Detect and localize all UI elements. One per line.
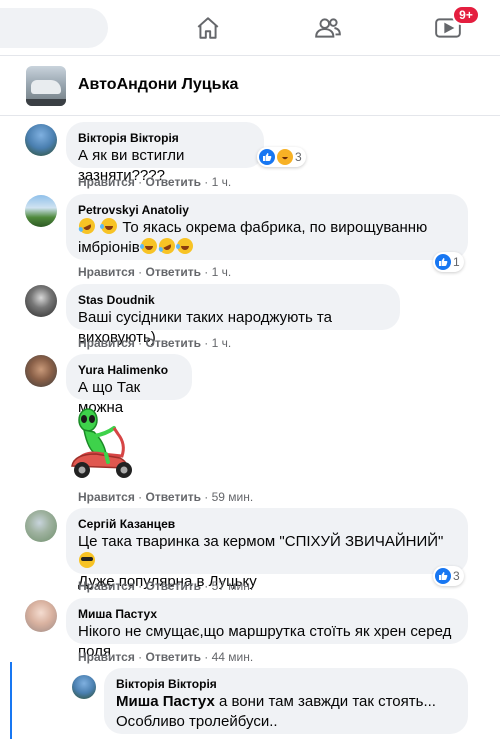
reply-button[interactable]: Ответить — [146, 175, 201, 189]
like-button[interactable]: Нравится — [78, 336, 135, 350]
like-button[interactable]: Нравится — [78, 650, 135, 664]
reaction-count: 3 — [295, 150, 302, 164]
comment-actions: Нравится · Ответить · 1 ч. — [78, 265, 232, 279]
comment-bubble: Petrovskyi Anatoliy То якась окрема фабр… — [66, 194, 468, 260]
comment-author[interactable]: Вікторія Вікторія — [116, 676, 456, 692]
reply-button[interactable]: Ответить — [146, 336, 201, 350]
avatar[interactable] — [25, 355, 57, 387]
joy-emoji — [175, 238, 193, 254]
comment-text: Миша Пастух а вони там завжди так стоять… — [116, 693, 436, 730]
comment-actions: Нравится · Ответить · 57 мин. — [78, 579, 254, 593]
comment-timestamp[interactable]: 57 мин. — [212, 579, 254, 593]
avatar[interactable] — [25, 285, 57, 317]
avatar[interactable] — [72, 675, 96, 699]
like-button[interactable]: Нравится — [78, 175, 135, 189]
avatar[interactable] — [25, 510, 57, 542]
comment-author[interactable]: Yura Halimenko — [78, 362, 180, 378]
rofl-emoji — [156, 235, 178, 257]
comment-timestamp[interactable]: 44 мин. — [212, 650, 254, 664]
comment-actions: Нравится · Ответить · 1 ч. — [78, 336, 232, 350]
notification-badge: 9+ — [452, 5, 480, 25]
reply-thread-line — [10, 662, 12, 739]
comment-timestamp[interactable]: 1 ч. — [212, 265, 232, 279]
like-button[interactable]: Нравится — [78, 579, 135, 593]
comment-bubble: Миша Пастух Нікого не смущає,що маршрутк… — [66, 598, 468, 660]
comment-author[interactable]: Petrovskyi Anatoliy — [78, 202, 456, 218]
comment-bubble: Stas Doudnik Ваші сусідники таких народж… — [66, 284, 400, 346]
mention-link[interactable]: Миша Пастух — [116, 693, 215, 710]
comment-author[interactable]: Stas Doudnik — [78, 292, 388, 308]
joy-emoji — [139, 238, 157, 254]
reaction-summary[interactable]: 3 — [257, 147, 306, 167]
reply-button[interactable]: Ответить — [146, 579, 201, 593]
comment-bubble: Вікторія Вікторія А як ви встигли зазнят… — [66, 122, 264, 184]
like-reaction-icon — [435, 568, 451, 584]
rofl-emoji — [76, 215, 98, 237]
comment-actions: Нравится · Ответить · 59 мин. — [78, 490, 254, 504]
top-navigation-bar: 9+ — [0, 0, 500, 56]
comment-actions: Нравится · Ответить · 44 мин. — [78, 650, 254, 664]
avatar[interactable] — [25, 600, 57, 632]
avatar[interactable] — [25, 195, 57, 227]
group-name[interactable]: АвтоАндони Луцька — [78, 76, 238, 94]
reaction-count: 1 — [453, 255, 460, 269]
comment-timestamp[interactable]: 1 ч. — [212, 175, 232, 189]
reply-button[interactable]: Ответить — [146, 265, 201, 279]
sunglasses-emoji — [79, 552, 95, 568]
haha-reaction-icon — [277, 149, 293, 165]
home-icon[interactable] — [192, 12, 224, 44]
like-button[interactable]: Нравится — [78, 265, 135, 279]
comment-bubble: Вікторія Вікторія Миша Пастух а вони там… — [104, 668, 468, 734]
comment-text: То якась окрема фабрика, по вирощуванню … — [76, 215, 456, 258]
alien-on-scooter-sticker[interactable] — [66, 404, 146, 484]
like-button[interactable]: Нравится — [78, 490, 135, 504]
comment-bubble: Сергій Казанцев Це така тваринка за керм… — [66, 508, 468, 590]
group-header[interactable]: АвтоАндони Луцька — [0, 56, 500, 116]
comment-author[interactable]: Миша Пастух — [78, 606, 456, 622]
friends-icon[interactable] — [312, 12, 344, 44]
comment-author[interactable]: Сергій Казанцев — [78, 516, 456, 532]
comment-author[interactable]: Вікторія Вікторія — [78, 130, 252, 146]
reply-button[interactable]: Ответить — [146, 650, 201, 664]
joy-emoji — [100, 218, 118, 234]
comment-bubble: Yura Halimenko А що Так можна — [66, 354, 192, 416]
reply-button[interactable]: Ответить — [146, 490, 201, 504]
reaction-count: 3 — [453, 569, 460, 583]
comment-timestamp[interactable]: 59 мин. — [212, 490, 254, 504]
avatar[interactable] — [25, 124, 57, 156]
search-bar[interactable] — [0, 8, 108, 48]
reaction-summary[interactable]: 3 — [433, 566, 464, 586]
like-reaction-icon — [259, 149, 275, 165]
reaction-summary[interactable]: 1 — [433, 252, 464, 272]
comment-timestamp[interactable]: 1 ч. — [212, 336, 232, 350]
like-reaction-icon — [435, 254, 451, 270]
comment-actions: Нравится · Ответить · 1 ч. — [78, 175, 232, 189]
group-thumbnail[interactable] — [26, 66, 66, 106]
